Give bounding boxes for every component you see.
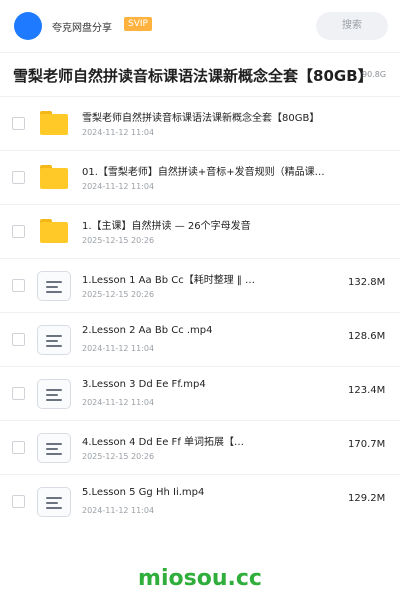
folder-icon [40,111,68,135]
file-size: 123.4M [348,385,386,396]
document-icon [37,271,71,301]
total-size: 90.8G [362,70,387,79]
file-date: 2024-11-12 11:04 [82,506,155,515]
row-checkbox[interactable] [12,117,25,130]
top-bar: 夸克网盘分享 SVIP 搜索 [0,0,400,52]
file-name: 01.【雪梨老师】自然拼读+音标+发音规则（精品课… [82,167,325,178]
file-date: 2024-11-12 11:04 [82,128,155,137]
file-row[interactable]: 1.Lesson 1 Aa Bb Cc【耗时整理 ‖ … 2025-12-15 2… [0,258,400,312]
footer: miosou.cc [0,546,400,600]
file-date: 2025-12-15 20:26 [82,452,155,461]
file-row[interactable]: 2.Lesson 2 Aa Bb Cc .mp4 2024-11-12 11:04… [0,312,400,366]
file-name: 1.【主课】自然拼读 — 26个字母发音 [82,221,251,232]
title-bar: 雪梨老师自然拼读音标课语法课新概念全套【80GB】 90.8G [0,52,400,96]
file-name: 1.Lesson 1 Aa Bb Cc【耗时整理 ‖ … [82,275,256,286]
document-icon [37,433,71,463]
file-name: 4.Lesson 4 Dd Ee Ff 单词拓展【… [82,437,245,448]
file-name: 雪梨老师自然拼读音标课语法课新概念全套【80GB】 [82,113,320,124]
file-date: 2024-11-12 11:04 [82,344,155,353]
file-name: 3.Lesson 3 Dd Ee Ff.mp4 [82,379,206,390]
file-row[interactable]: 4.Lesson 4 Dd Ee Ff 单词拓展【… 2025-12-15 20:… [0,420,400,474]
document-icon [37,379,71,409]
file-size: 170.7M [348,439,386,450]
row-checkbox[interactable] [12,225,25,238]
file-name: 5.Lesson 5 Gg Hh Ii.mp4 [82,487,205,498]
document-icon [37,325,71,355]
file-date: 2025-12-15 20:26 [82,290,155,299]
file-size: 129.2M [348,493,386,504]
svip-badge: SVIP [124,17,152,31]
row-checkbox[interactable] [12,171,25,184]
row-checkbox[interactable] [12,333,25,346]
file-row[interactable]: 3.Lesson 3 Dd Ee Ff.mp4 2024-11-12 11:04 1… [0,366,400,420]
watermark-text: miosou.cc [138,566,262,591]
folder-icon [40,165,68,189]
row-checkbox[interactable] [12,495,25,508]
row-checkbox[interactable] [12,387,25,400]
file-date: 2024-11-12 11:04 [82,398,155,407]
row-checkbox[interactable] [12,441,25,454]
folder-row[interactable]: 1.【主课】自然拼读 — 26个字母发音 2025-12-15 20:26 [0,204,400,258]
file-size: 132.8M [348,277,386,288]
file-size: 128.6M [348,331,386,342]
folder-row[interactable]: 01.【雪梨老师】自然拼读+音标+发音规则（精品课… 2024-11-12 11:… [0,150,400,204]
file-name: 2.Lesson 2 Aa Bb Cc .mp4 [82,325,213,336]
file-date: 2025-12-15 20:26 [82,236,155,245]
file-list: 雪梨老师自然拼读音标课语法课新概念全套【80GB】 2024-11-12 11:0… [0,96,400,546]
folder-icon [40,219,68,243]
avatar[interactable] [14,12,42,40]
row-checkbox[interactable] [12,279,25,292]
file-row[interactable]: 5.Lesson 5 Gg Hh Ii.mp4 2024-11-12 11:04 1… [0,474,400,528]
page-title: 雪梨老师自然拼读音标课语法课新概念全套【80GB】 [13,67,373,85]
folder-row[interactable]: 雪梨老师自然拼读音标课语法课新概念全套【80GB】 2024-11-12 11:0… [0,96,400,150]
share-owner-name: 夸克网盘分享 [52,23,112,34]
file-date: 2024-11-12 11:04 [82,182,155,191]
document-icon [37,487,71,517]
search-button[interactable]: 搜索 [316,12,388,40]
